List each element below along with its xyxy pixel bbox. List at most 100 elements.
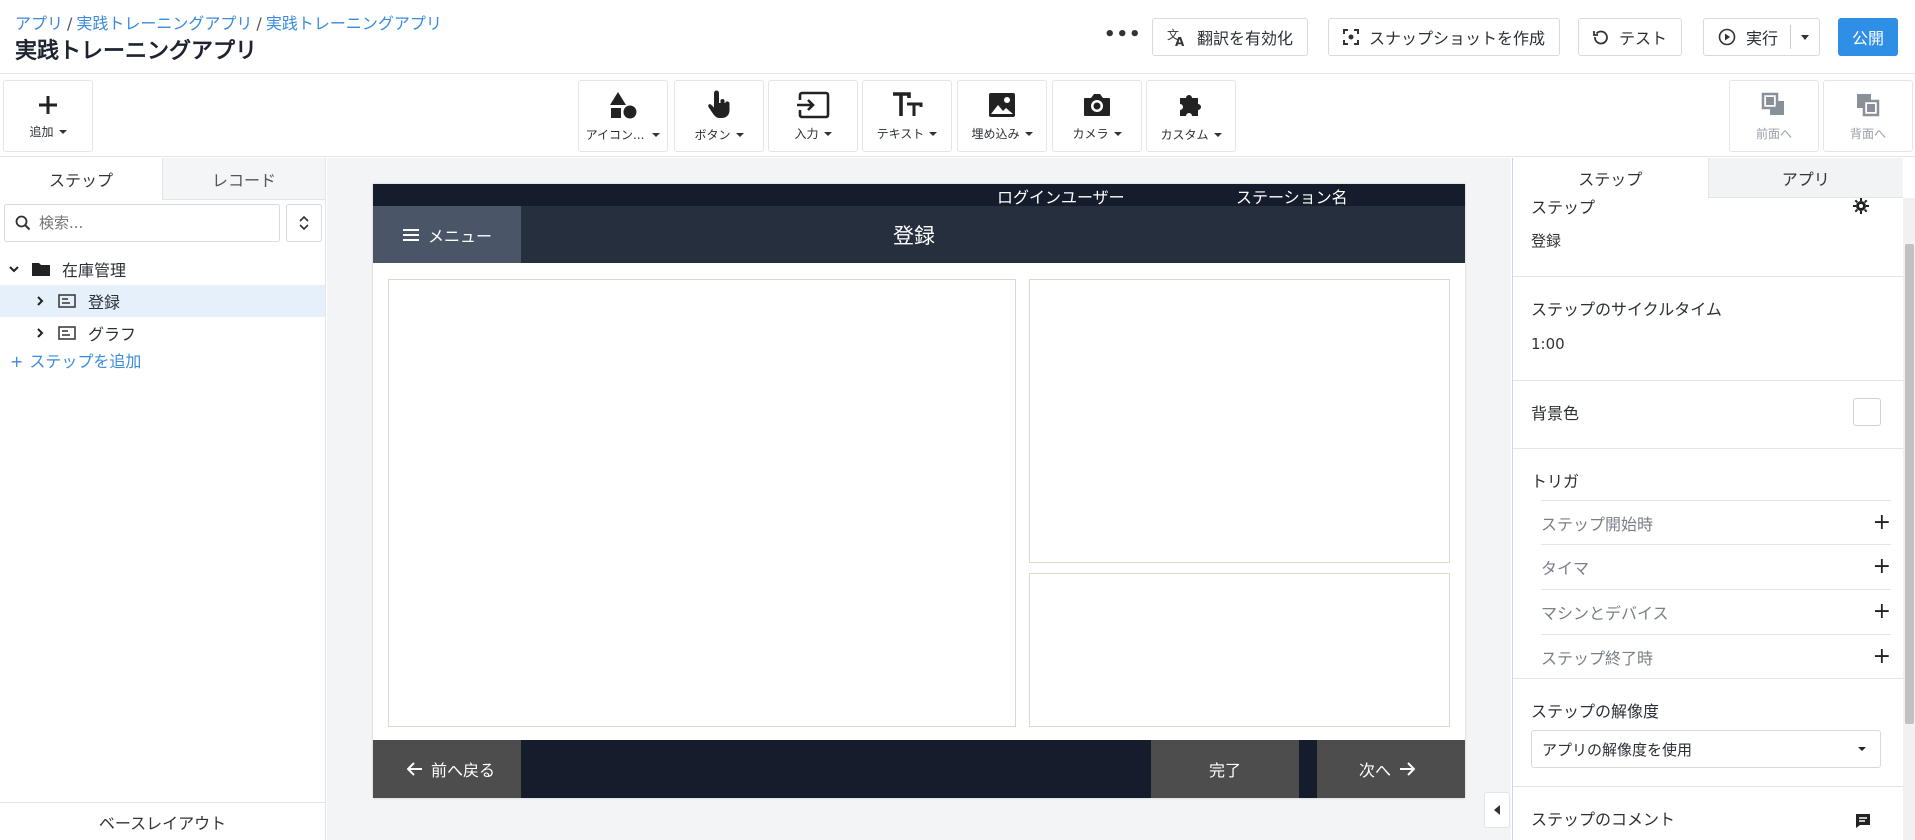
content-panel-bottom-right[interactable] (1029, 573, 1450, 727)
step-navbar: メニュー 登録 (373, 206, 1465, 263)
step-icon (58, 294, 76, 308)
chevron-down-icon (9, 266, 19, 273)
add-widget-label: 追加 (29, 124, 54, 139)
chevron-down-icon (652, 133, 661, 137)
resolution-select[interactable]: アプリの解像度を使用 (1531, 730, 1881, 768)
chevron-right-icon (37, 296, 44, 306)
sort-icon (299, 215, 309, 231)
resolution-value: アプリの解像度を使用 (1542, 740, 1693, 759)
chevron-right-icon (37, 328, 44, 338)
folder-row[interactable]: 在庫管理 (0, 253, 325, 285)
step-name-value[interactable]: 登録 (1531, 230, 1561, 251)
background-color-label: 背景色 (1531, 404, 1580, 423)
chevron-down-icon (1801, 34, 1810, 40)
plus-icon[interactable]: + (1873, 510, 1891, 535)
image-icon (989, 92, 1015, 117)
breadcrumb-current[interactable]: 実践トレーニングアプリ (266, 14, 442, 33)
plus-icon[interactable]: + (1873, 644, 1891, 669)
properties-panel: ステップ 登録 ステップのサイクルタイム 1:00 背景色 トリガ ステップ開始… (1512, 158, 1915, 840)
send-to-back-button[interactable]: 背面へ (1823, 80, 1913, 152)
logged-in-user: ログインユーザー (997, 188, 1125, 207)
hamburger-icon (402, 228, 419, 241)
camera-tool-button[interactable]: カメラ (1052, 80, 1142, 152)
page-title: 実践トレーニングアプリ (15, 39, 258, 64)
complete-button[interactable]: 完了 (1151, 740, 1299, 798)
add-step-label: ステップを追加 (29, 352, 142, 371)
arrow-left-icon (406, 762, 422, 776)
breadcrumb-app[interactable]: 実践トレーニングアプリ (76, 14, 252, 33)
enable-translation-button[interactable]: 文A 翻訳を有効化 (1152, 18, 1309, 56)
breadcrumb: アプリ / 実践トレーニングアプリ / 実践トレーニングアプリ (15, 14, 442, 33)
text-tool-button[interactable]: テキスト (862, 80, 952, 152)
search-input[interactable] (39, 214, 259, 232)
test-restart-icon (1593, 30, 1608, 45)
menu-button[interactable]: メニュー (373, 206, 521, 263)
send-to-back-label: 背面へ (1849, 126, 1886, 141)
step-bottombar: 前へ戻る 完了 次へ (373, 740, 1465, 798)
caret-left-icon (1494, 805, 1500, 815)
bring-to-front-button[interactable]: 前面へ (1729, 80, 1819, 152)
add-step-link[interactable]: + ステップを追加 (10, 348, 141, 372)
more-options-button[interactable]: ••• (1104, 24, 1142, 45)
step-row-register[interactable]: 登録 (0, 285, 325, 317)
custom-tool-label: カスタム (1160, 127, 1209, 142)
search-row (4, 204, 322, 242)
test-button[interactable]: テスト (1578, 18, 1683, 56)
button-tool-label: ボタン (694, 127, 731, 142)
shapes-tool-button[interactable]: アイコン... (578, 80, 668, 152)
embed-tool-label: 埋め込み (971, 126, 1020, 141)
trigger-timer[interactable]: タイマ + (1541, 544, 1891, 588)
step-title: 登録 (893, 224, 935, 248)
tab-records[interactable]: レコード (163, 158, 325, 200)
scrollbar-thumb[interactable] (1905, 244, 1914, 724)
trigger-machines-label: マシンとデバイス (1541, 603, 1669, 623)
status-topbar: ログインユーザー ステーション名 (373, 184, 1465, 207)
cycle-time-value[interactable]: 1:00 (1531, 335, 1565, 353)
add-widget-button[interactable]: 追加 (3, 80, 93, 152)
base-layout-button[interactable]: ベースレイアウト (0, 802, 325, 840)
tab-app[interactable]: アプリ (1708, 158, 1903, 198)
puzzle-icon (1180, 94, 1201, 116)
create-snapshot-button[interactable]: スナップショットを作成 (1328, 18, 1561, 56)
button-tool-button[interactable]: ボタン (674, 80, 764, 152)
background-color-swatch[interactable] (1853, 398, 1881, 426)
content-panel-large[interactable] (388, 279, 1016, 727)
tab-step[interactable]: ステップ (1513, 158, 1709, 198)
svg-text:A: A (1175, 35, 1185, 47)
trigger-step-start[interactable]: ステップ開始時 + (1541, 500, 1891, 544)
run-label: 実行 (1746, 29, 1779, 48)
chevron-down-icon (735, 133, 744, 137)
custom-tool-button[interactable]: カスタム (1146, 80, 1236, 152)
input-tool-button[interactable]: 入力 (768, 80, 858, 152)
gear-icon[interactable] (1853, 198, 1869, 214)
breadcrumb-apps[interactable]: アプリ (15, 14, 63, 33)
send-back-icon (1857, 93, 1880, 116)
publish-button[interactable]: 公開 (1838, 18, 1898, 56)
step-label: 登録 (88, 293, 121, 312)
trigger-machines-devices[interactable]: マシンとデバイス + (1541, 589, 1891, 633)
trigger-label: トリガ (1531, 472, 1580, 491)
back-button[interactable]: 前へ戻る (373, 740, 521, 798)
input-icon (797, 91, 830, 118)
step-row-graph[interactable]: グラフ (0, 317, 325, 349)
text-size-icon (893, 91, 923, 116)
step-label: グラフ (88, 325, 137, 344)
plus-icon (39, 95, 57, 114)
next-button[interactable]: 次へ (1317, 740, 1465, 798)
tab-steps[interactable]: ステップ (0, 158, 163, 200)
step-comment-label: ステップのコメント (1531, 810, 1676, 829)
translate-icon: 文A (1167, 27, 1185, 47)
resolution-label: ステップの解像度 (1531, 702, 1660, 721)
trigger-step-end-label: ステップ終了時 (1541, 648, 1654, 668)
sort-button[interactable] (286, 204, 322, 242)
trigger-step-end[interactable]: ステップ終了時 + (1541, 634, 1891, 678)
run-dropdown-toggle[interactable] (1790, 25, 1810, 49)
content-panel-top-right[interactable] (1029, 279, 1450, 563)
folder-icon (32, 263, 50, 276)
plus-icon[interactable]: + (1873, 554, 1891, 579)
run-button[interactable]: 実行 (1703, 18, 1821, 56)
collapse-panel-button[interactable] (1484, 792, 1510, 828)
comment-icon[interactable] (1855, 813, 1871, 829)
plus-icon[interactable]: + (1873, 599, 1891, 624)
embed-tool-button[interactable]: 埋め込み (957, 80, 1047, 152)
